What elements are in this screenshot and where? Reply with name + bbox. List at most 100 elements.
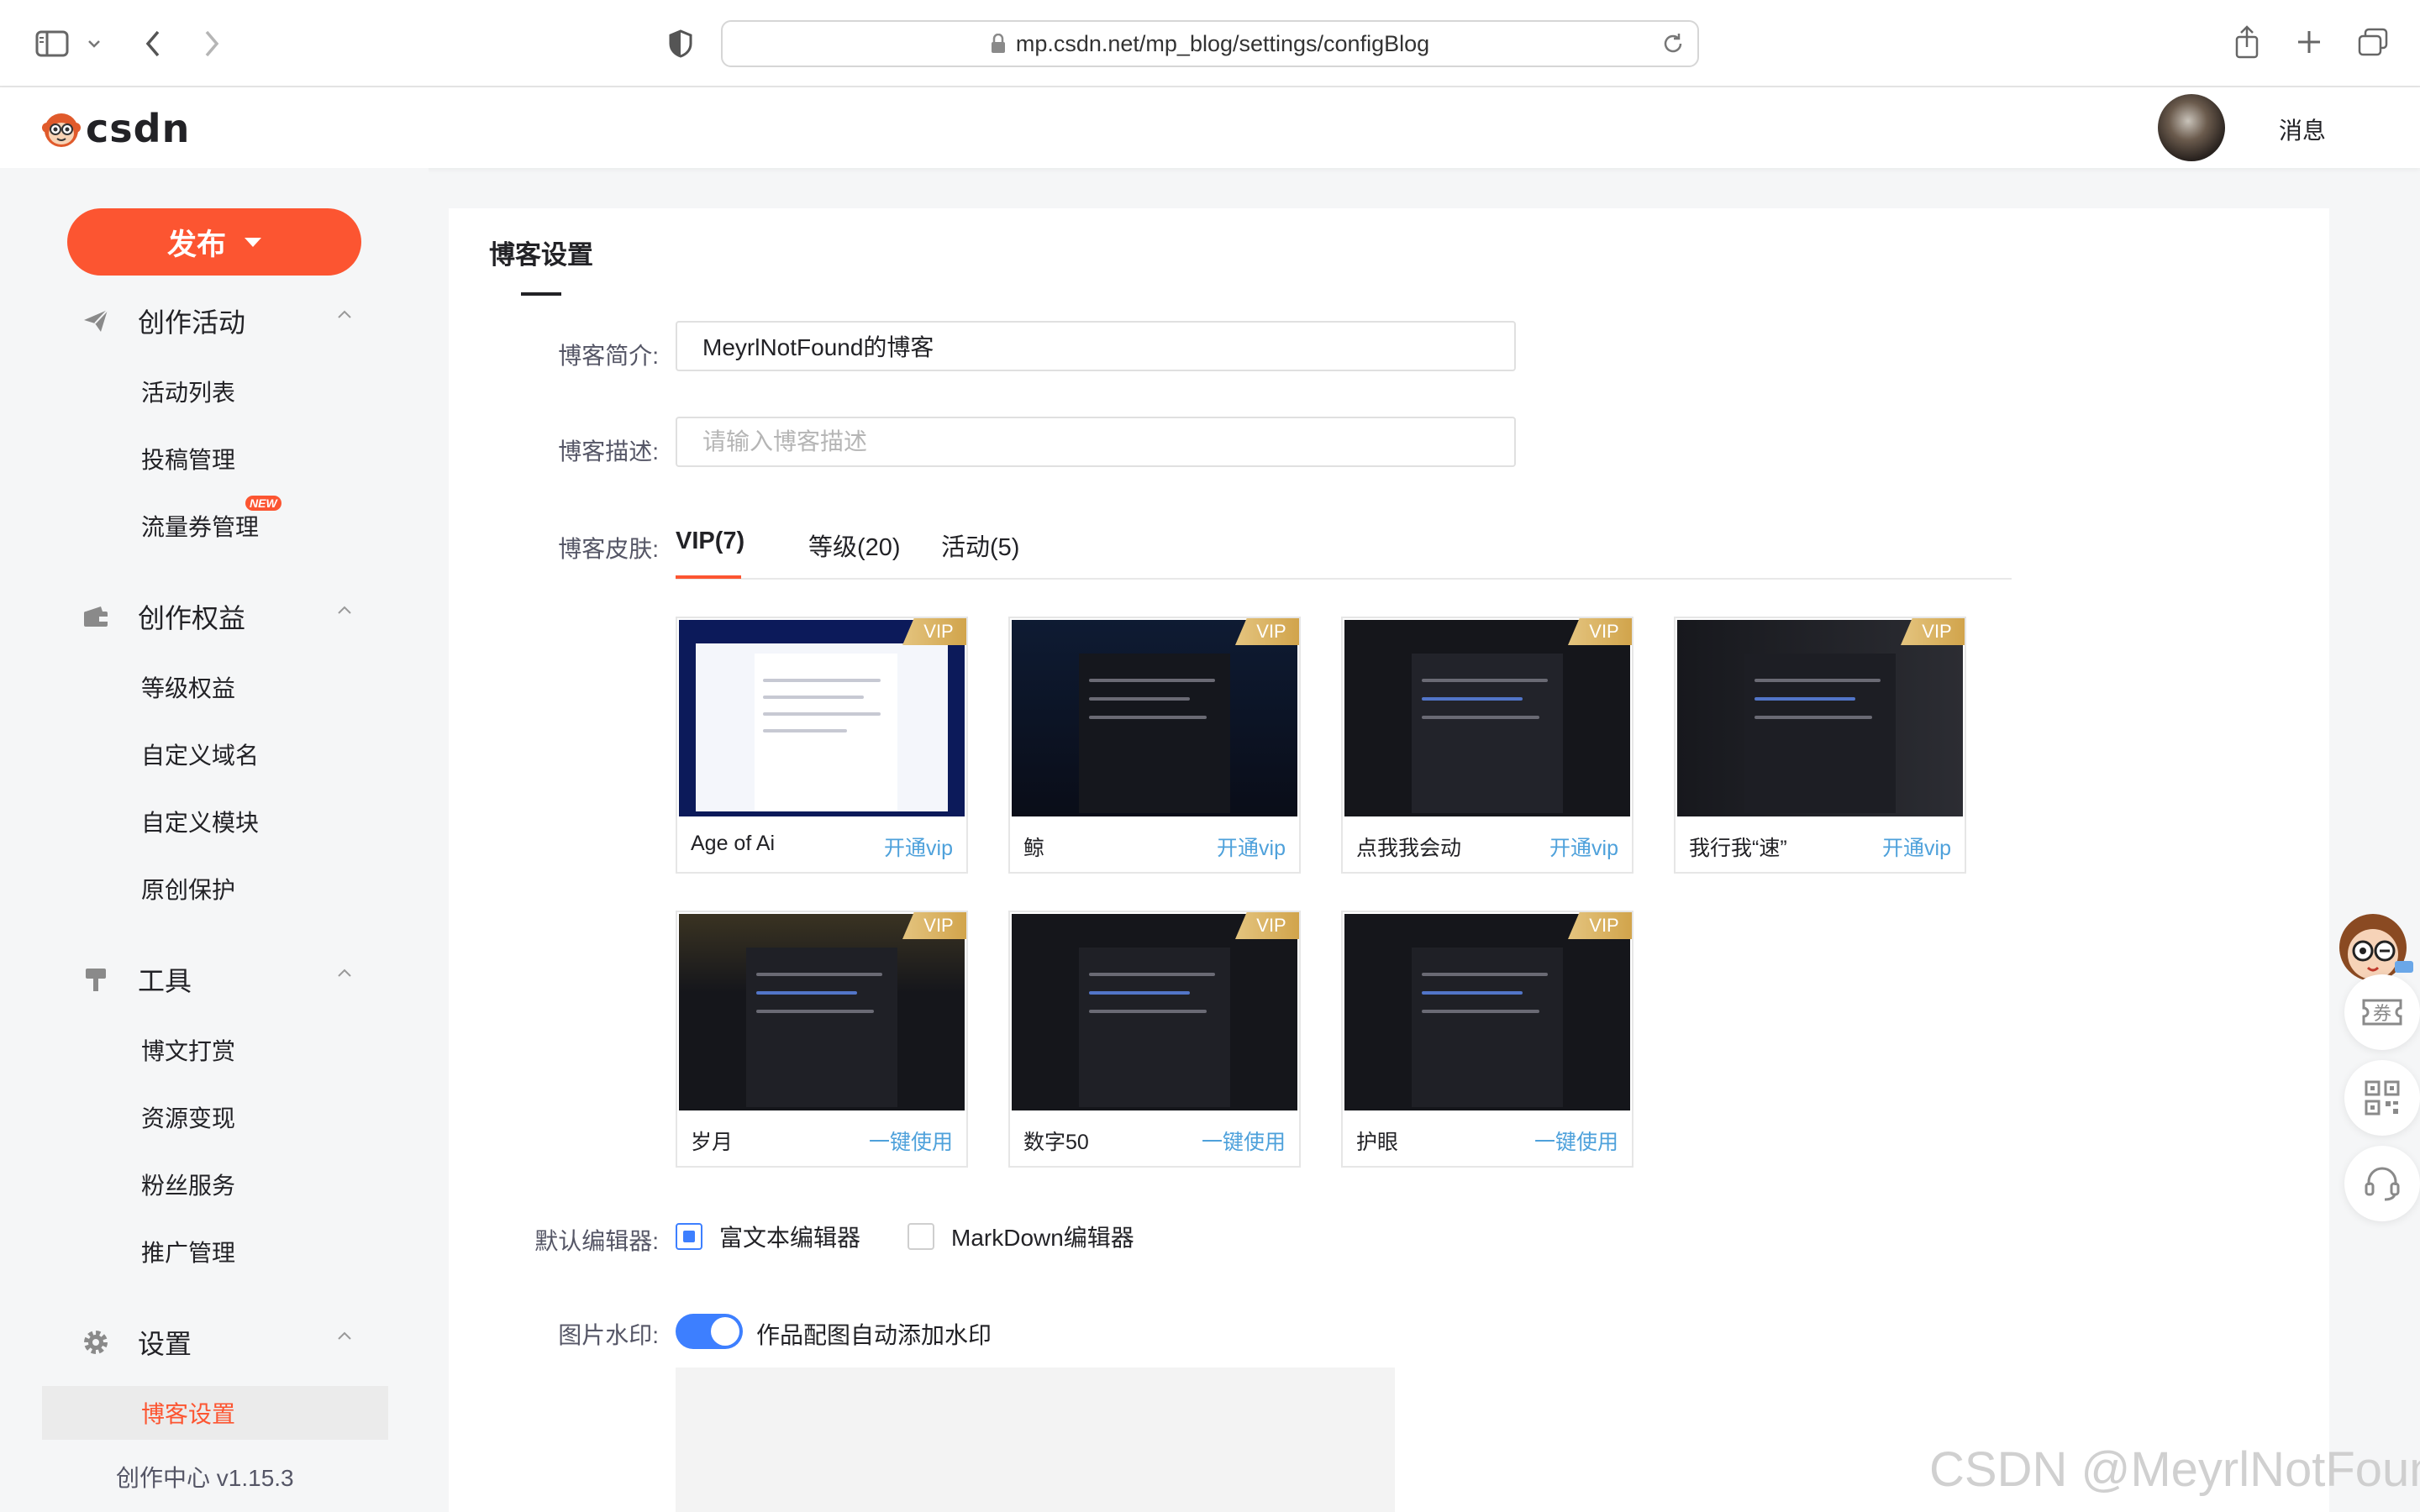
skin-name: 我行我“速” xyxy=(1689,837,1787,860)
open-vip-link[interactable]: 开通vip xyxy=(884,832,953,862)
intro-label: 博客简介: xyxy=(558,343,659,369)
sidebar-item-custom-module[interactable]: 自定义模块 xyxy=(141,805,259,838)
new-badge: NEW xyxy=(245,496,281,511)
coupon-button[interactable]: 券 xyxy=(2344,974,2420,1050)
open-vip-link[interactable]: 开通vip xyxy=(1549,832,1618,862)
skin-name: 数字50 xyxy=(1023,1131,1089,1154)
watermark-label: 图片水印: xyxy=(558,1322,659,1348)
nav-group-label: 创作权益 xyxy=(138,603,246,633)
chevron-up-icon xyxy=(336,968,353,978)
skin-name: 岁月 xyxy=(691,1131,734,1154)
nav-group-label: 创作活动 xyxy=(138,307,246,338)
logo-text: csdn xyxy=(86,106,191,151)
site-header: csdn 消息 xyxy=(0,87,2420,168)
rich-text-editor-option[interactable]: 富文本编辑器 xyxy=(676,1220,860,1253)
back-icon[interactable] xyxy=(138,25,168,62)
sidebar-toggle-icon[interactable] xyxy=(32,27,72,60)
nav-group-creation-activity[interactable]: 创作活动 xyxy=(0,296,429,346)
tab-activity[interactable]: 活动(5) xyxy=(941,528,1019,563)
sidebar-item-resource-monetize[interactable]: 资源变现 xyxy=(141,1100,235,1134)
skin-card-click-me[interactable]: VIP 点我我会动 开通vip xyxy=(1341,617,1634,874)
qr-code-button[interactable] xyxy=(2344,1060,2420,1136)
sidebar-item-fan-service[interactable]: 粉丝服务 xyxy=(141,1168,235,1201)
skin-card-eye-care[interactable]: VIP 护眼 一键使用 xyxy=(1341,911,1634,1168)
chevron-up-icon xyxy=(336,1331,353,1341)
headset-icon xyxy=(2365,1167,2400,1201)
customer-service-button[interactable] xyxy=(2344,1146,2420,1221)
chevron-up-icon xyxy=(336,309,353,319)
skin-thumbnail xyxy=(1677,620,1963,816)
sidebar-item-traffic-coupon[interactable]: 流量券管理 NEW xyxy=(141,496,281,543)
option-label: MarkDown编辑器 xyxy=(951,1225,1134,1251)
title-underline xyxy=(521,292,561,296)
sidebar-item-level-rights[interactable]: 等级权益 xyxy=(141,670,235,704)
lock-icon xyxy=(991,34,1006,54)
watermark-preview xyxy=(676,1368,1395,1512)
open-vip-link[interactable]: 开通vip xyxy=(1882,832,1951,862)
open-vip-link[interactable]: 开通vip xyxy=(1217,832,1286,862)
checkbox-checked[interactable] xyxy=(676,1223,702,1250)
reload-icon[interactable] xyxy=(1660,31,1686,56)
nav-group-settings[interactable]: 设置 xyxy=(0,1317,429,1368)
csdn-logo[interactable]: csdn xyxy=(40,106,190,151)
qr-code-icon xyxy=(2365,1080,2400,1116)
hammer-icon xyxy=(81,964,111,995)
markdown-editor-option[interactable]: MarkDown编辑器 xyxy=(908,1220,1134,1253)
version-label: 创作中心 v1.15.3 xyxy=(116,1465,294,1491)
monkey-logo-icon xyxy=(42,113,81,147)
skin-thumbnail xyxy=(679,620,965,816)
skin-card-speed[interactable]: VIP 我行我“速” 开通vip xyxy=(1674,617,1966,874)
forward-icon[interactable] xyxy=(197,25,227,62)
sidebar-item-activity-list[interactable]: 活动列表 xyxy=(141,375,235,408)
sidebar-item-promotion[interactable]: 推广管理 xyxy=(141,1235,235,1268)
skin-thumbnail xyxy=(1012,914,1297,1110)
browser-toolbar: mp.csdn.net/mp_blog/settings/configBlog xyxy=(0,0,2420,87)
watermark-toggle[interactable] xyxy=(676,1314,743,1349)
skin-card-number-50[interactable]: VIP 数字50 一键使用 xyxy=(1008,911,1301,1168)
skin-card-age-of-ai[interactable]: VIP Age of Ai 开通vip xyxy=(676,617,968,874)
sidebar-item-submission[interactable]: 投稿管理 xyxy=(141,442,235,475)
apply-skin-link[interactable]: 一键使用 xyxy=(1534,1126,1618,1156)
address-bar[interactable]: mp.csdn.net/mp_blog/settings/configBlog xyxy=(721,20,1699,67)
blog-desc-input[interactable] xyxy=(676,417,1516,467)
skin-thumbnail xyxy=(1344,620,1630,816)
nav-group-label: 工具 xyxy=(138,966,192,996)
skin-name: 护眼 xyxy=(1356,1131,1399,1154)
sidebar-item-original-protection[interactable]: 原创保护 xyxy=(141,872,235,906)
paper-plane-icon xyxy=(81,306,111,336)
wallet-icon xyxy=(81,601,111,632)
watermark-toggle-label: 作品配图自动添加水印 xyxy=(756,1322,992,1348)
caret-down-icon xyxy=(245,237,261,247)
tab-vip[interactable]: VIP(7) xyxy=(676,528,744,555)
url-text: mp.csdn.net/mp_blog/settings/configBlog xyxy=(1015,30,1430,56)
nav-group-tools[interactable]: 工具 xyxy=(0,954,429,1005)
tab-overview-icon[interactable] xyxy=(2354,25,2391,59)
apply-skin-link[interactable]: 一键使用 xyxy=(1202,1126,1286,1156)
checkbox-unchecked[interactable] xyxy=(908,1223,934,1250)
blog-intro-input[interactable] xyxy=(676,321,1516,371)
sidebar-item-blog-settings[interactable]: 博客设置 xyxy=(42,1386,388,1440)
skin-tabs: VIP(7) 等级(20) 活动(5) xyxy=(676,524,2012,580)
share-icon[interactable] xyxy=(2230,24,2264,60)
privacy-shield-icon[interactable] xyxy=(664,27,697,60)
avatar[interactable] xyxy=(2158,94,2225,161)
skin-name: Age of Ai xyxy=(691,832,776,855)
messages-link[interactable]: 消息 xyxy=(2279,113,2326,146)
chevron-down-icon[interactable] xyxy=(84,34,104,54)
new-tab-icon[interactable] xyxy=(2292,25,2326,59)
nav-group-label: 设置 xyxy=(138,1329,192,1359)
sidebar-item-label: 流量券管理 xyxy=(141,514,260,540)
skin-thumbnail xyxy=(1012,620,1297,816)
publish-button[interactable]: 发布 xyxy=(67,208,361,276)
skin-name: 鲸 xyxy=(1023,837,1045,860)
skin-card-years[interactable]: VIP 岁月 一键使用 xyxy=(676,911,968,1168)
nav-group-creation-rights[interactable]: 创作权益 xyxy=(0,591,429,642)
tab-level[interactable]: 等级(20) xyxy=(808,528,901,563)
skin-name: 点我我会动 xyxy=(1356,837,1462,860)
sidebar-item-reward[interactable]: 博文打赏 xyxy=(141,1033,235,1067)
apply-skin-link[interactable]: 一键使用 xyxy=(869,1126,953,1156)
skin-label: 博客皮肤: xyxy=(558,536,659,562)
desc-label: 博客描述: xyxy=(558,438,659,465)
skin-card-whale[interactable]: VIP 鲸 开通vip xyxy=(1008,617,1301,874)
sidebar-item-custom-domain[interactable]: 自定义域名 xyxy=(141,738,259,771)
